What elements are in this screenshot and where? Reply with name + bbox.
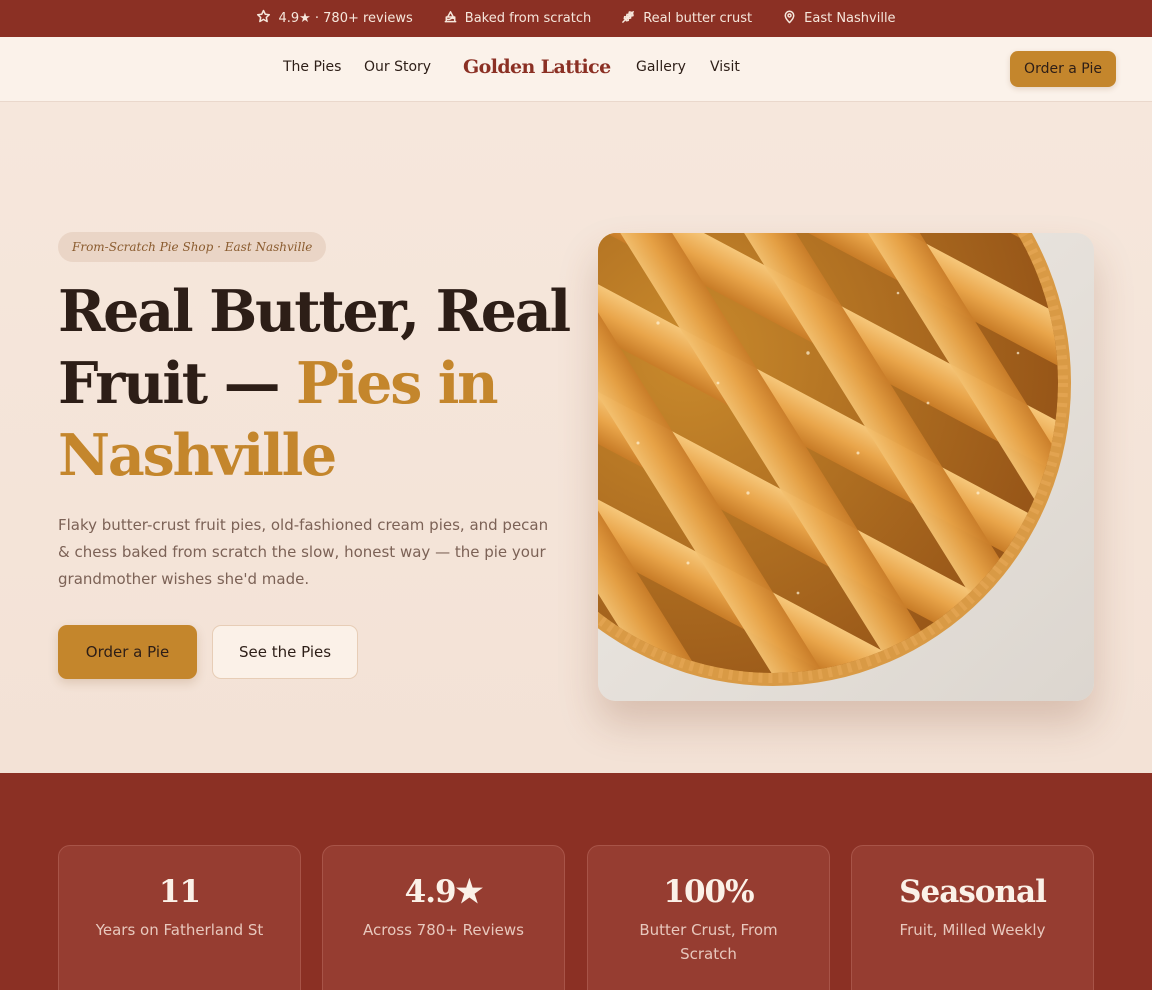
cake-icon bbox=[443, 9, 458, 28]
hero-headline: Real Butter, Real Fruit — Pies in Nashvi… bbox=[58, 276, 578, 492]
eyebrow-pill: From-Scratch Pie Shop · East Nashville bbox=[58, 232, 327, 262]
location-item: East Nashville bbox=[782, 9, 896, 28]
scratch-item: Baked from scratch bbox=[443, 9, 591, 28]
lattice-pie-photo bbox=[598, 233, 1094, 701]
stat-value: 11 bbox=[158, 874, 201, 910]
stats-section: 11 Years on Fatherland St 4.9★ Across 78… bbox=[0, 773, 1152, 990]
star-icon bbox=[256, 9, 271, 28]
butter-text: Real butter crust bbox=[643, 11, 753, 26]
stat-label: Butter Crust, From Scratch bbox=[639, 921, 778, 963]
stat-card-rating: 4.9★ Across 780+ Reviews bbox=[322, 845, 565, 990]
rating-item: 4.9★ · 780+ reviews bbox=[256, 9, 413, 28]
nav-link-visit[interactable]: Visit bbox=[710, 59, 740, 75]
stat-value: Seasonal bbox=[899, 874, 1047, 910]
nav-link-pies[interactable]: The Pies bbox=[283, 59, 341, 75]
nav-link-story[interactable]: Our Story bbox=[364, 59, 431, 75]
stat-value: 100% bbox=[663, 874, 754, 910]
butter-item: Real butter crust bbox=[621, 9, 752, 28]
location-text: East Nashville bbox=[804, 11, 896, 26]
wheat-icon bbox=[621, 9, 636, 28]
map-pin-icon bbox=[782, 9, 797, 28]
brand-logo[interactable]: Golden Lattice bbox=[463, 56, 611, 78]
stat-card-seasonal: Seasonal Fruit, Milled Weekly bbox=[851, 845, 1094, 990]
announcement-bar: 4.9★ · 780+ reviews Baked from scratch R… bbox=[0, 0, 1152, 37]
nav-link-gallery[interactable]: Gallery bbox=[636, 59, 686, 75]
main-nav: The Pies Our Story Golden Lattice Galler… bbox=[0, 37, 1152, 102]
order-button-hero[interactable]: Order a Pie bbox=[58, 625, 197, 679]
order-button-nav[interactable]: Order a Pie bbox=[1010, 51, 1116, 87]
stat-card-butter: 100% Butter Crust, From Scratch bbox=[587, 845, 830, 990]
stat-value: 4.9★ bbox=[404, 874, 484, 910]
stat-label: Years on Fatherland St bbox=[95, 921, 264, 939]
hero-lede: Flaky butter-crust fruit pies, old-fashi… bbox=[58, 516, 549, 588]
scratch-text: Baked from scratch bbox=[464, 11, 592, 26]
stat-label: Across 780+ Reviews bbox=[363, 921, 524, 939]
see-pies-button[interactable]: See the Pies bbox=[212, 625, 358, 679]
rating-text: 4.9★ · 780+ reviews bbox=[278, 11, 413, 26]
stat-card-years: 11 Years on Fatherland St bbox=[58, 845, 301, 990]
hero-section: From-Scratch Pie Shop · East Nashville R… bbox=[0, 102, 1152, 773]
stat-label: Fruit, Milled Weekly bbox=[899, 921, 1046, 939]
